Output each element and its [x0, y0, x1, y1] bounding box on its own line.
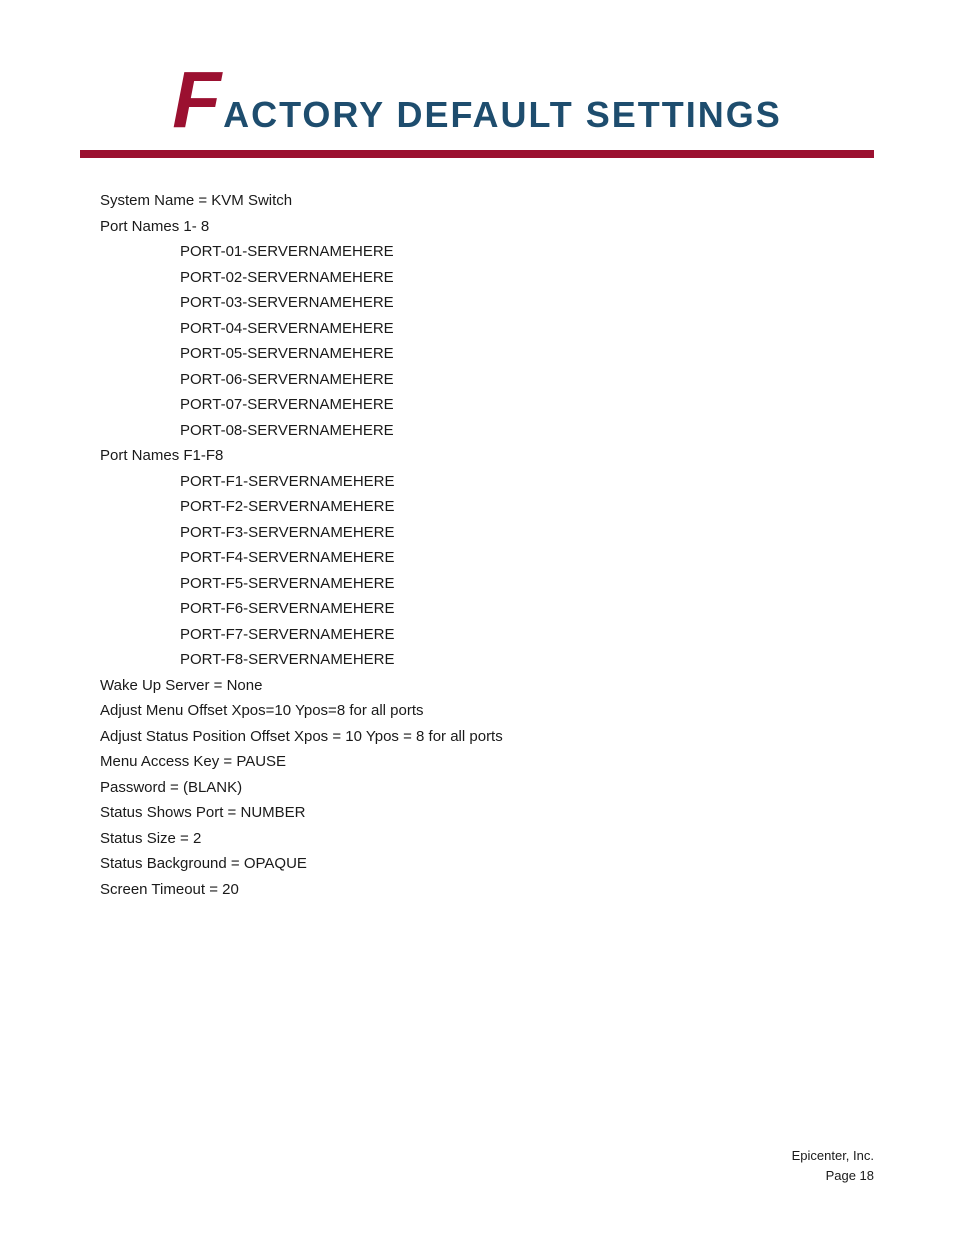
- password-line: Password = (BLANK): [100, 775, 874, 801]
- port-names-f-label: Port Names F1-F8: [100, 443, 874, 469]
- port-08: PORT-08-SERVERNAMEHERE: [180, 418, 874, 444]
- port-f1: PORT-F1-SERVERNAMEHERE: [180, 469, 874, 495]
- screen-timeout-line: Screen Timeout = 20: [100, 877, 874, 903]
- header-title: F ACTORY DEFAULT SETTINGS: [80, 60, 874, 140]
- port-07: PORT-07-SERVERNAMEHERE: [180, 392, 874, 418]
- port-04: PORT-04-SERVERNAMEHERE: [180, 316, 874, 342]
- menu-access-key-line: Menu Access Key = PAUSE: [100, 749, 874, 775]
- adjust-menu-offset-line: Adjust Menu Offset Xpos=10 Ypos=8 for al…: [100, 698, 874, 724]
- header-section: F ACTORY DEFAULT SETTINGS: [80, 60, 874, 140]
- page-container: F ACTORY DEFAULT SETTINGS System Name = …: [0, 0, 954, 1235]
- port-f3: PORT-F3-SERVERNAMEHERE: [180, 520, 874, 546]
- port-05: PORT-05-SERVERNAMEHERE: [180, 341, 874, 367]
- port-02: PORT-02-SERVERNAMEHERE: [180, 265, 874, 291]
- port-01: PORT-01-SERVERNAMEHERE: [180, 239, 874, 265]
- port-names-1-8-group: PORT-01-SERVERNAMEHERE PORT-02-SERVERNAM…: [100, 239, 874, 443]
- port-f7: PORT-F7-SERVERNAMEHERE: [180, 622, 874, 648]
- wake-up-server-line: Wake Up Server = None: [100, 673, 874, 699]
- footer-page: Page 18: [792, 1166, 874, 1186]
- port-f5: PORT-F5-SERVERNAMEHERE: [180, 571, 874, 597]
- footer: Epicenter, Inc. Page 18: [792, 1146, 874, 1185]
- port-06: PORT-06-SERVERNAMEHERE: [180, 367, 874, 393]
- status-background-line: Status Background = OPAQUE: [100, 851, 874, 877]
- port-names-f1-f8-group: PORT-F1-SERVERNAMEHERE PORT-F2-SERVERNAM…: [100, 469, 874, 673]
- system-name-line: System Name = KVM Switch: [100, 188, 874, 214]
- status-shows-port-line: Status Shows Port = NUMBER: [100, 800, 874, 826]
- status-size-line: Status Size = 2: [100, 826, 874, 852]
- red-divider-bar: [80, 150, 874, 158]
- port-f6: PORT-F6-SERVERNAMEHERE: [180, 596, 874, 622]
- adjust-status-position-line: Adjust Status Position Offset Xpos = 10 …: [100, 724, 874, 750]
- header-f-letter: F: [172, 60, 221, 140]
- header-title-rest: ACTORY DEFAULT SETTINGS: [223, 97, 782, 133]
- footer-company: Epicenter, Inc.: [792, 1146, 874, 1166]
- port-03: PORT-03-SERVERNAMEHERE: [180, 290, 874, 316]
- port-names-1-8-label: Port Names 1- 8: [100, 214, 874, 240]
- port-f4: PORT-F4-SERVERNAMEHERE: [180, 545, 874, 571]
- port-f8: PORT-F8-SERVERNAMEHERE: [180, 647, 874, 673]
- port-f2: PORT-F2-SERVERNAMEHERE: [180, 494, 874, 520]
- content-section: System Name = KVM Switch Port Names 1- 8…: [80, 188, 874, 902]
